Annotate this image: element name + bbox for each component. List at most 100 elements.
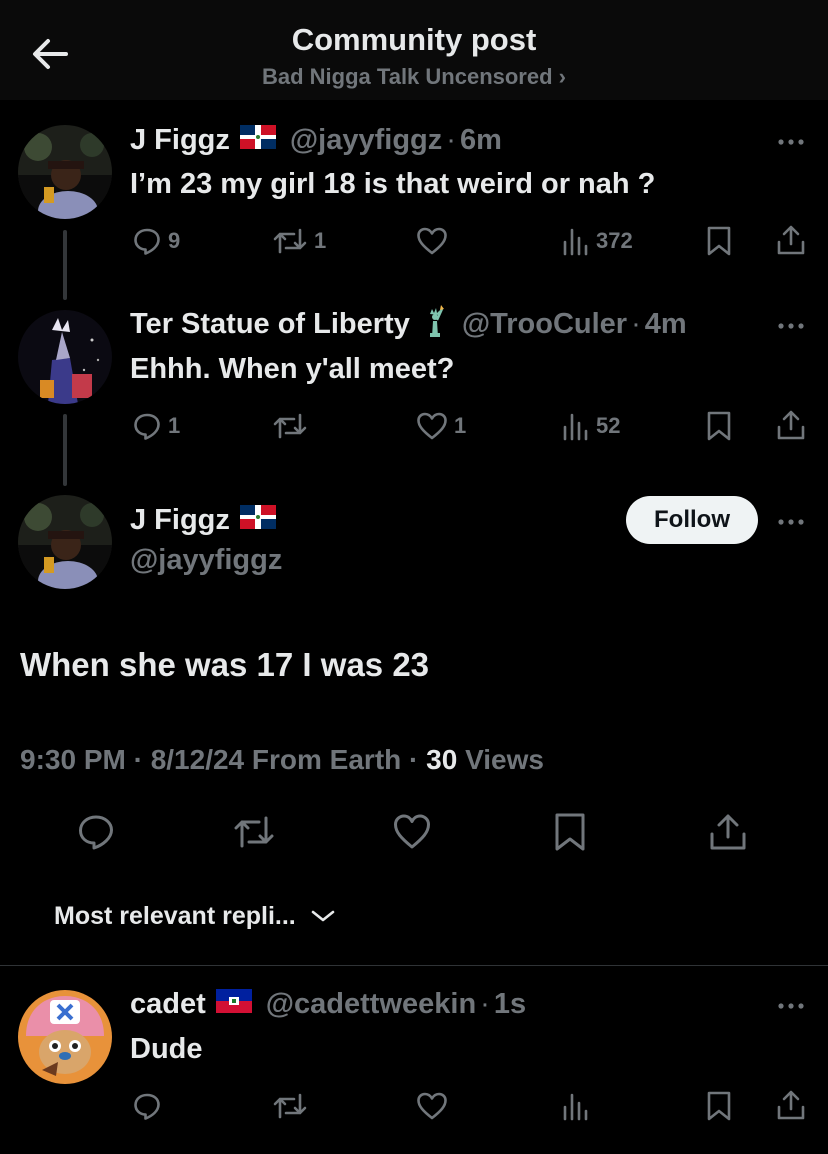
dominican-republic-flag-icon	[239, 504, 276, 537]
like-button[interactable]	[416, 225, 454, 257]
reply-count: 9	[168, 228, 181, 253]
timestamp[interactable]: 1s	[494, 988, 526, 1021]
avatar[interactable]	[18, 495, 112, 589]
user-handle[interactable]: @cadettweekin	[266, 988, 476, 1021]
retweet-icon	[273, 1093, 307, 1119]
chevron-down-icon	[311, 910, 335, 922]
display-name[interactable]: Ter Statue of Liberty	[130, 308, 410, 341]
retweet-button[interactable]	[232, 812, 276, 852]
views-count: 372	[596, 228, 633, 253]
follow-button[interactable]: Follow	[626, 496, 758, 544]
thread-line	[63, 414, 67, 486]
top-bar: Community post Bad Nigga Talk Uncensored…	[0, 0, 828, 100]
avatar[interactable]	[18, 125, 112, 219]
page-title: Community post	[291, 22, 537, 57]
bookmark-button[interactable]	[706, 225, 732, 257]
bookmark-icon	[555, 813, 585, 851]
reply-icon	[134, 413, 160, 440]
reply-button[interactable]: 9	[132, 225, 180, 257]
share-icon	[777, 410, 805, 440]
replies-sort-dropdown[interactable]: Most relevant repli...	[54, 898, 336, 934]
reply-icon	[134, 228, 160, 255]
handle-row: @jayyfiggz	[130, 542, 282, 578]
share-button[interactable]	[776, 224, 806, 256]
timestamp[interactable]: 6m	[460, 124, 502, 157]
separator: ·	[480, 987, 490, 1020]
retweet-icon	[234, 816, 274, 848]
tweet-header: cadet @cadettweekin · 1s	[130, 986, 526, 1022]
tweet-header: J Figgz @jayyfiggz · 6m	[130, 122, 502, 158]
views-button[interactable]: 372	[562, 225, 633, 257]
haiti-flag-icon	[215, 988, 252, 1021]
views-icon	[563, 1093, 588, 1121]
retweet-button[interactable]	[272, 1090, 308, 1122]
reply-icon	[134, 1093, 160, 1120]
like-button[interactable]	[416, 1090, 448, 1122]
more-options-icon[interactable]	[776, 318, 806, 329]
user-handle[interactable]: @TrooCuler	[462, 308, 627, 341]
bookmark-button[interactable]	[552, 812, 592, 852]
sort-label: Most relevant repli...	[54, 901, 296, 930]
retweet-count: 1	[314, 228, 327, 253]
share-icon	[777, 225, 805, 255]
share-button[interactable]	[776, 1089, 806, 1121]
tweet-meta: 9:30 PM · 8/12/24 From Earth · 30 Views	[20, 744, 544, 776]
tweet-text: I’m 23 my girl 18 is that weird or nah ?	[130, 168, 656, 200]
reply-count: 1	[168, 413, 181, 438]
bookmark-button[interactable]	[706, 1090, 732, 1122]
avatar[interactable]	[18, 990, 112, 1084]
dominican-republic-flag-icon	[239, 124, 276, 157]
heart-icon	[417, 227, 447, 255]
views-icon	[563, 228, 588, 256]
retweet-icon	[273, 413, 307, 439]
thread-line	[63, 230, 67, 300]
display-name[interactable]: cadet	[130, 988, 206, 1021]
more-options-icon[interactable]	[776, 134, 806, 145]
retweet-button[interactable]: 1	[272, 225, 326, 257]
more-options-icon[interactable]	[776, 514, 806, 525]
views-button[interactable]	[562, 1090, 590, 1122]
tweet-text: Dude	[130, 1033, 203, 1065]
divider	[0, 965, 828, 966]
tweet-header: J Figgz	[130, 502, 276, 538]
views-count: 52	[596, 413, 621, 438]
community-link[interactable]: Bad Nigga Talk Uncensored ›	[0, 64, 828, 90]
reply-button[interactable]	[132, 1090, 162, 1122]
user-handle[interactable]: @jayyfiggz	[130, 544, 282, 577]
statue-of-liberty-icon	[420, 303, 448, 345]
heart-icon	[417, 412, 447, 440]
tweet-header: Ter Statue of Liberty @TrooCuler · 4m	[130, 303, 687, 345]
tweet-text: Ehhh. When y'all meet?	[130, 353, 455, 385]
like-count: 1	[454, 413, 467, 438]
heart-icon	[394, 814, 430, 849]
reply-button[interactable]	[76, 812, 116, 852]
reply-button[interactable]: 1	[132, 410, 180, 442]
like-button[interactable]: 1	[416, 410, 466, 442]
share-icon	[710, 814, 746, 850]
views-icon	[563, 413, 588, 441]
main-tweet-text: When she was 17 I was 23	[20, 646, 430, 683]
separator: ·	[631, 307, 641, 340]
timestamp-and-source: 9:30 PM · 8/12/24 From Earth ·	[20, 744, 427, 775]
bookmark-button[interactable]	[706, 410, 732, 442]
views-button[interactable]: 52	[562, 410, 620, 442]
heart-icon	[417, 1092, 447, 1120]
reply-icon	[79, 815, 113, 850]
share-button[interactable]	[708, 812, 748, 852]
share-button[interactable]	[776, 409, 806, 441]
like-button[interactable]	[392, 812, 432, 852]
views-label: Views	[457, 744, 544, 775]
display-name[interactable]: J Figgz	[130, 504, 230, 537]
user-handle[interactable]: @jayyfiggz	[290, 124, 442, 157]
display-name[interactable]: J Figgz	[130, 124, 230, 157]
retweet-button[interactable]	[272, 410, 314, 442]
timestamp[interactable]: 4m	[645, 308, 687, 341]
bookmark-icon	[707, 411, 731, 441]
separator: ·	[446, 123, 456, 156]
share-icon	[777, 1090, 805, 1120]
avatar[interactable]	[18, 310, 112, 404]
bookmark-icon	[707, 1091, 731, 1121]
bookmark-icon	[707, 226, 731, 256]
more-options-icon[interactable]	[776, 998, 806, 1009]
views-count: 30	[426, 744, 458, 775]
